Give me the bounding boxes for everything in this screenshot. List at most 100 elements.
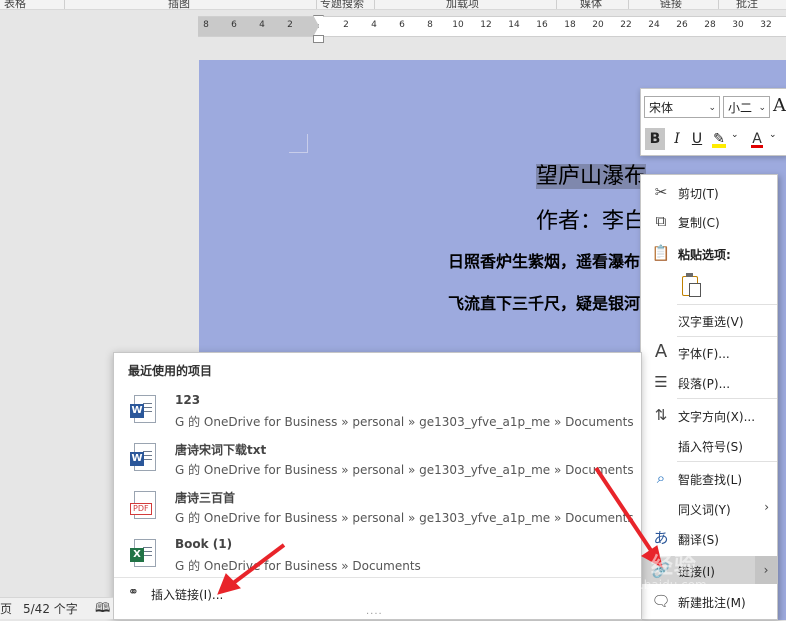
ruler-tick: 8: [203, 20, 209, 30]
recent-item[interactable]: W 123 G 的 OneDrive for Business » person…: [114, 391, 641, 439]
bold-button[interactable]: B: [645, 128, 665, 150]
ruler-tick: 12: [480, 20, 492, 30]
chevron-down-icon: ⌄: [758, 103, 766, 113]
menu-item-reconvert[interactable]: 汉字重选(V): [641, 306, 777, 334]
menu-item-paragraph[interactable]: ☰ 段落(P)...: [641, 368, 777, 396]
link-flyout: 最近使用的项目 W 123 G 的 OneDrive for Business …: [113, 352, 642, 620]
menu-item-label: 新建批注(M): [678, 596, 746, 610]
clipboard-icon: [682, 273, 701, 297]
chevron-right-icon[interactable]: ›: [755, 556, 777, 584]
recent-items-heading: 最近使用的项目: [128, 364, 213, 378]
font-name-value: 宋体: [649, 101, 674, 115]
paste-icon: 📋: [651, 244, 671, 262]
chevron-down-icon[interactable]: ⌄: [769, 130, 777, 140]
ruler-tick: 14: [508, 20, 520, 30]
recent-item[interactable]: X Book (1) G 的 OneDrive for Business » D…: [114, 535, 641, 583]
insert-link-button[interactable]: ⚭ 插入链接(I)...: [114, 581, 641, 607]
menu-item-cut[interactable]: ✂ 剪切(T): [641, 178, 777, 206]
ruler-tick: 16: [536, 20, 548, 30]
paste-keep-text-button[interactable]: [675, 271, 705, 301]
selected-text[interactable]: 望庐山瀑布: [536, 164, 647, 189]
ribbon-group-illustrations: 插图: [168, 0, 190, 10]
menu-item-text-direction[interactable]: ⇅ 文字方向(X)...: [641, 401, 777, 429]
link-icon: ⚭: [128, 585, 139, 600]
left-indent-marker[interactable]: [313, 35, 324, 43]
menu-item-font[interactable]: A 字体(F)...: [641, 338, 777, 366]
ruler-tick: 22: [620, 20, 632, 30]
copy-icon: ⧉: [655, 212, 667, 230]
recent-item[interactable]: W 唐诗宋词下载txt G 的 OneDrive for Business » …: [114, 439, 641, 487]
status-bar: 页 5/42 个字 🕮: [0, 597, 113, 619]
menu-item-smart-lookup[interactable]: ⌕ 智能查找(L): [641, 464, 777, 492]
ruler-tick: 20: [592, 20, 604, 30]
ruler-tick: 8: [427, 20, 433, 30]
smart-lookup-icon: ⌕: [656, 469, 666, 487]
ribbon-group-links: 链接: [660, 0, 682, 10]
menu-item-label: 翻译(S): [678, 533, 719, 547]
menu-item-label: 同义词(Y): [678, 503, 731, 517]
menu-item-label: 智能查找(L): [678, 473, 743, 487]
ruler-tick: 4: [371, 20, 377, 30]
underline-button[interactable]: U: [687, 128, 707, 150]
recent-item[interactable]: PDF 唐诗三百首 G 的 OneDrive for Business » pe…: [114, 487, 641, 535]
menu-separator: [677, 304, 777, 305]
recent-item-path: G 的 OneDrive for Business » personal » g…: [175, 415, 634, 429]
chevron-down-icon[interactable]: ⌄: [731, 130, 739, 140]
excel-doc-icon: X: [130, 539, 156, 571]
status-word-count[interactable]: 5/42 个字: [23, 600, 78, 617]
ruler-tick: 24: [648, 20, 660, 30]
recent-item-name: 唐诗三百首: [175, 491, 236, 505]
highlight-button[interactable]: ✎: [709, 128, 729, 150]
menu-item-synonyms[interactable]: 同义词(Y) ›: [641, 494, 777, 522]
highlight-color-bar: [712, 144, 726, 148]
word-doc-icon: W: [130, 395, 156, 427]
ribbon-group-comments: 批注: [736, 0, 758, 10]
italic-button[interactable]: I: [667, 128, 687, 150]
menu-item-label: 粘贴选项:: [678, 248, 731, 262]
font-size-dropdown[interactable]: 小二 ⌄: [723, 96, 770, 118]
menu-item-insert-symbol[interactable]: 插入符号(S): [641, 431, 777, 459]
menu-item-copy[interactable]: ⧉ 复制(C): [641, 207, 777, 235]
recent-item-path: G 的 OneDrive for Business » personal » g…: [175, 463, 634, 477]
pdf-doc-icon: PDF: [130, 491, 156, 523]
poem-author[interactable]: 作者：李白: [536, 203, 646, 235]
ruler-tick: 26: [676, 20, 688, 30]
word-doc-icon: W: [130, 443, 156, 475]
ruler-tick: 28: [704, 20, 716, 30]
ribbon-group-tables: 表格: [4, 0, 26, 10]
ruler-tick: 6: [231, 20, 237, 30]
ruler-tick: 18: [564, 20, 576, 30]
ruler-tick: 2: [287, 20, 293, 30]
grow-font-button[interactable]: A: [773, 95, 786, 116]
ruler-tick: 2: [343, 20, 349, 30]
ribbon-group-labels: 表格 插图 专题搜索 加载项 媒体 链接 批注: [0, 0, 786, 10]
font-color-bar: [751, 145, 763, 148]
resize-grip[interactable]: ....: [366, 606, 383, 617]
text-direction-icon: ⇅: [654, 406, 668, 424]
menu-item-label: 文字方向(X)...: [678, 410, 756, 424]
font-name-dropdown[interactable]: 宋体 ⌄: [644, 96, 720, 118]
chevron-right-icon: ›: [764, 500, 769, 514]
menu-separator: [677, 461, 777, 462]
watermark-url: jingyan.baidu.com: [596, 578, 707, 592]
menu-separator: [677, 336, 777, 337]
horizontal-ruler[interactable]: 8 6 4 2 2 4 6 8 10 12 14 16 18 20 22 24 …: [198, 15, 786, 43]
font-icon: A: [654, 341, 668, 362]
recent-item-path: G 的 OneDrive for Business » personal » g…: [175, 511, 634, 525]
font-color-button[interactable]: A: [747, 128, 767, 150]
recent-item-name: Book (1): [175, 537, 233, 551]
paragraph-icon: ☰: [654, 373, 668, 391]
new-comment-icon: 🗨: [651, 592, 671, 610]
margin-corner-mark: [289, 134, 308, 153]
status-page-indicator[interactable]: 页: [0, 600, 12, 617]
ruler-tick: 32: [760, 20, 772, 30]
poem-title[interactable]: 望庐山瀑布: [536, 158, 647, 190]
ruler-tick: 6: [399, 20, 405, 30]
scissors-icon: ✂: [654, 183, 668, 201]
ribbon-group-topic-search: 专题搜索: [320, 0, 364, 10]
mini-toolbar: 宋体 ⌄ 小二 ⌄ A B I U ✎ ⌄ A ⌄: [640, 88, 786, 156]
menu-item-label: 段落(P)...: [678, 377, 731, 391]
translate-icon: あ: [653, 529, 669, 547]
ruler-tick: 4: [259, 20, 265, 30]
font-size-value: 小二: [728, 101, 753, 115]
